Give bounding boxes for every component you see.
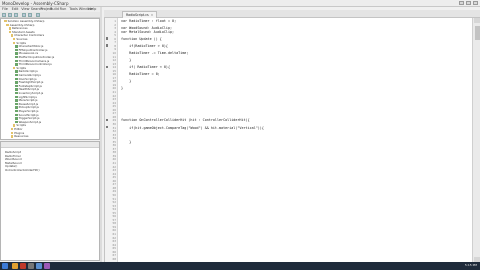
script-file-icon bbox=[15, 106, 18, 109]
unity-icon[interactable] bbox=[28, 263, 34, 269]
menu-item-tools[interactable]: Tools bbox=[69, 7, 78, 11]
folder-icon bbox=[10, 131, 14, 134]
code-line: } bbox=[121, 58, 132, 63]
script-file-icon bbox=[15, 84, 18, 88]
new-file-icon[interactable] bbox=[2, 13, 6, 17]
script-file-icon bbox=[15, 56, 18, 59]
line-number-gutter: 1 2 3 4 5 6 7 8 9 10 11 12 13 14 15 16 17 18 19 20 21 22 23 24 2… bbox=[105, 18, 118, 262]
menu-item-run[interactable]: Run bbox=[60, 7, 67, 11]
redo-icon[interactable] bbox=[28, 13, 32, 17]
folder-icon bbox=[8, 27, 11, 30]
folder-icon bbox=[10, 128, 14, 131]
editor-vertical-scrollbar[interactable] bbox=[472, 18, 480, 262]
script-file-icon bbox=[15, 74, 18, 77]
script-file-icon bbox=[15, 113, 18, 116]
script-file-icon bbox=[15, 95, 18, 98]
folder-icon bbox=[8, 30, 11, 34]
undo-icon[interactable] bbox=[22, 13, 26, 17]
script-file-icon bbox=[15, 45, 18, 48]
script-file-icon bbox=[15, 81, 18, 84]
folder-icon bbox=[4, 20, 7, 23]
script-file-icon bbox=[15, 77, 18, 80]
os-taskbar: 5:15 PM bbox=[0, 262, 480, 270]
menu-item-view[interactable]: View bbox=[21, 7, 29, 11]
code-line: } bbox=[121, 139, 132, 144]
code-line: function OnControllerColliderHit (hit : … bbox=[121, 118, 250, 123]
script-file-icon bbox=[15, 52, 18, 55]
close-button[interactable] bbox=[473, 1, 478, 5]
outline-panel-header bbox=[1, 142, 99, 148]
code-line: function Update () { bbox=[121, 36, 162, 41]
start-icon[interactable] bbox=[2, 263, 8, 269]
code-line: var RadioTimer : float = 0; bbox=[121, 19, 177, 23]
menu-item-help[interactable]: Help bbox=[88, 7, 96, 11]
outline-item[interactable]: OnControllerColliderHit() bbox=[5, 168, 40, 172]
build-icon[interactable] bbox=[36, 13, 40, 17]
minimize-button[interactable] bbox=[459, 1, 464, 5]
media-icon[interactable] bbox=[44, 263, 50, 269]
folder-icon bbox=[10, 135, 14, 138]
window-controls bbox=[459, 1, 478, 6]
browser-icon[interactable] bbox=[20, 263, 26, 269]
code-line: RadioTimer = 0; bbox=[121, 72, 160, 77]
tree-item[interactable]: Resources bbox=[10, 134, 29, 139]
document-outline-panel: RadioScript RadioTimer WoodSound MetalSound… bbox=[0, 141, 100, 261]
close-tab-icon[interactable]: × bbox=[151, 13, 154, 17]
script-file-icon bbox=[15, 88, 18, 91]
script-file-icon bbox=[15, 102, 18, 106]
code-line: if(RadioTimer > 0){ bbox=[121, 43, 168, 48]
window-titlebar: MonoDevelop - Assembly-CSharp bbox=[0, 0, 480, 7]
scroll-up-arrow[interactable] bbox=[474, 18, 480, 23]
tab-label: RadioScript.cs bbox=[126, 13, 149, 17]
explorer-icon[interactable] bbox=[12, 263, 18, 269]
monodevelop-icon[interactable] bbox=[36, 263, 42, 269]
fold-toggle-icon[interactable] bbox=[106, 37, 109, 40]
save-icon[interactable] bbox=[14, 13, 18, 17]
code-line: var MetalSound: AudioClip; bbox=[121, 29, 175, 34]
folder-icon bbox=[10, 34, 14, 37]
menu-item-edit[interactable]: Edit bbox=[12, 7, 19, 11]
fold-toggle-icon[interactable] bbox=[106, 44, 109, 47]
code-editor[interactable]: 1 2 3 4 5 6 7 8 9 10 11 12 13 14 15 16 17 18 19 20 21 22 23 24 2… bbox=[104, 18, 472, 262]
system-clock: 5:15 PM bbox=[464, 263, 477, 267]
script-file-icon bbox=[15, 92, 18, 95]
code-line: if(hit.gameObject.CompareTag("Wood") && … bbox=[121, 125, 264, 130]
script-file-icon bbox=[15, 59, 18, 62]
script-file-icon bbox=[15, 99, 18, 102]
menu-item-build[interactable]: Build bbox=[50, 7, 59, 11]
script-file-icon bbox=[15, 110, 18, 113]
editor-tab-strip: RadioScript.cs × bbox=[104, 10, 480, 19]
script-file-icon bbox=[15, 117, 18, 120]
code-line: if( RadioTimer < 0){ bbox=[121, 65, 170, 70]
scroll-thumb[interactable] bbox=[474, 26, 480, 40]
maximize-button[interactable] bbox=[466, 1, 471, 5]
tree-item-label: Resources bbox=[14, 134, 29, 139]
script-file-icon bbox=[15, 70, 18, 73]
code-line: } bbox=[121, 86, 124, 91]
menu-item-file[interactable]: File bbox=[2, 7, 8, 11]
fold-toggle-icon[interactable] bbox=[106, 65, 109, 69]
code-line: RadioTimer -= Time.deltaTime; bbox=[121, 50, 189, 55]
open-file-icon[interactable] bbox=[8, 13, 12, 17]
fold-toggle-icon[interactable] bbox=[106, 118, 109, 122]
solution-panel: Solution Assembly-CSharp Assembly-CSharp R… bbox=[0, 18, 100, 140]
script-file-icon bbox=[15, 48, 18, 52]
folder-icon bbox=[6, 23, 9, 26]
panel-splitter[interactable] bbox=[100, 7, 102, 263]
code-line: } bbox=[121, 79, 132, 84]
line-number: 68 bbox=[112, 256, 116, 261]
fold-toggle-icon[interactable] bbox=[106, 126, 109, 129]
window-title: MonoDevelop - Assembly-CSharp bbox=[2, 1, 69, 6]
